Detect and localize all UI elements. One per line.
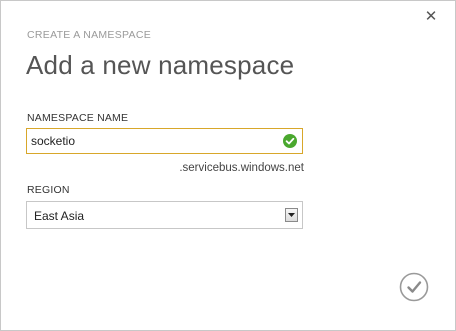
checkmark-circle-icon <box>283 134 297 148</box>
dialog-title: Add a new namespace <box>26 50 295 80</box>
dialog-subtitle: CREATE A NAMESPACE <box>27 29 152 41</box>
region-label: REGION <box>27 184 70 196</box>
namespace-domain-suffix: .servicebus.windows.net <box>179 162 304 174</box>
region-select[interactable]: East Asia <box>26 201 303 229</box>
confirm-checkmark-icon[interactable] <box>399 272 429 302</box>
region-selected-value: East Asia <box>34 209 85 223</box>
chevron-down-icon[interactable] <box>285 208 298 222</box>
namespace-name-input[interactable] <box>27 129 281 153</box>
create-namespace-dialog: ✕ CREATE A NAMESPACE Add a new namespace… <box>0 0 456 331</box>
namespace-name-label: NAMESPACE NAME <box>27 112 129 124</box>
namespace-name-field <box>26 128 303 154</box>
close-icon[interactable]: ✕ <box>423 9 439 25</box>
